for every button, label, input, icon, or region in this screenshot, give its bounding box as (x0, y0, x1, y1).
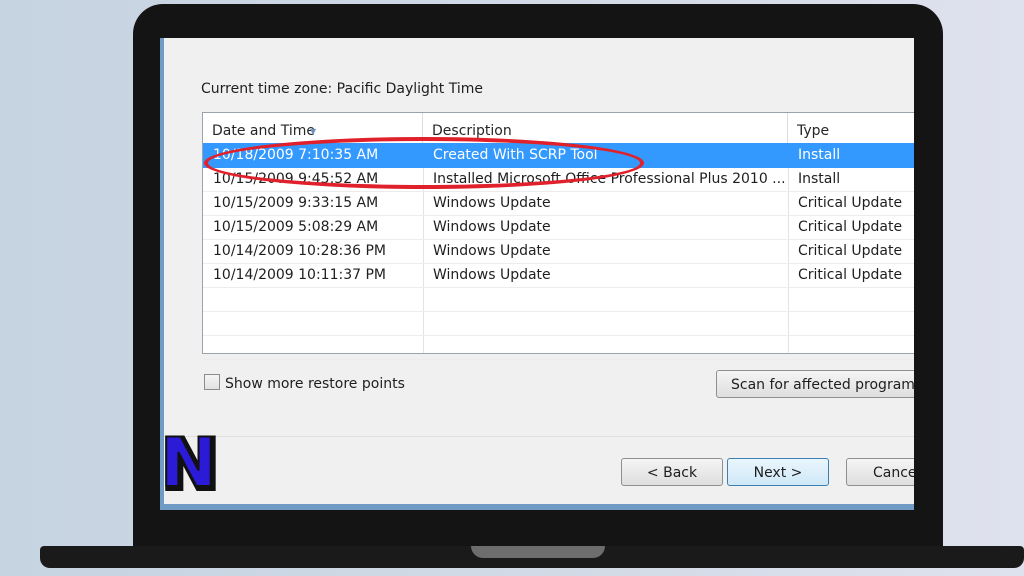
restore-point-row[interactable]: 10/15/2009 5:08:29 AM Windows Update Criti… (203, 215, 914, 240)
restore-point-type: Critical Update (798, 267, 903, 283)
column-header-type[interactable]: Type (788, 113, 914, 143)
restore-point-description: Windows Update (433, 267, 551, 283)
column-header-date-label: Date and Time (212, 123, 315, 139)
column-header-type-label: Type (797, 123, 830, 139)
restore-point-type: Install (798, 147, 841, 163)
n-logo-icon: N N (159, 430, 222, 496)
restore-point-date: 10/14/2009 10:11:37 PM (213, 267, 386, 283)
timezone-label: Current time zone: Pacific Daylight Time (201, 81, 484, 97)
empty-list-row (203, 311, 914, 336)
show-more-checkbox[interactable] (204, 374, 220, 390)
restore-point-description: Created With SCRP Tool (433, 147, 598, 163)
sort-descending-icon: ▼ (310, 127, 317, 136)
restore-points-list[interactable]: Date and Time ▼ Description Type 10/18/2… (202, 112, 914, 360)
restore-point-description: Windows Update (433, 243, 551, 259)
restore-point-type: Critical Update (798, 219, 903, 235)
cancel-button[interactable]: Cancel (846, 458, 914, 486)
empty-list-row (203, 335, 914, 360)
restore-point-row[interactable]: 10/15/2009 9:33:15 AM Windows Update Criti… (203, 191, 914, 216)
restore-point-description: Windows Update (433, 219, 551, 235)
restore-point-date: 10/15/2009 9:45:52 AM (213, 171, 379, 187)
laptop-notch (471, 546, 605, 558)
restore-point-description: Installed Microsoft Office Professional … (433, 171, 786, 187)
logo-letter: N (160, 430, 217, 496)
restore-point-type: Install (798, 171, 841, 187)
empty-list-row (203, 287, 914, 312)
column-header-description-label: Description (432, 123, 512, 139)
restore-point-date: 10/15/2009 5:08:29 AM (213, 219, 379, 235)
column-header-date[interactable]: Date and Time ▼ (203, 113, 423, 143)
restore-point-row[interactable]: 10/15/2009 9:45:52 AM Installed Microsoft… (203, 167, 914, 192)
laptop-screen: Current time zone: Pacific Daylight Time… (160, 38, 914, 510)
restore-point-type: Critical Update (798, 243, 903, 259)
show-more-restore-points[interactable]: Show more restore points (204, 374, 405, 394)
restore-point-date: 10/15/2009 9:33:15 AM (213, 195, 379, 211)
scan-affected-programs-button[interactable]: Scan for affected programs (716, 370, 914, 398)
restore-point-type: Critical Update (798, 195, 903, 211)
restore-point-row[interactable]: 10/14/2009 10:28:36 PM Windows Update Crit… (203, 239, 914, 264)
list-header: Date and Time ▼ Description Type (203, 113, 914, 143)
next-button[interactable]: Next > (727, 458, 829, 486)
restore-point-row[interactable]: 10/14/2009 10:11:37 PM Windows Update Crit… (203, 263, 914, 288)
restore-point-date: 10/14/2009 10:28:36 PM (213, 243, 386, 259)
restore-point-row[interactable]: 10/18/2009 7:10:35 AM Created With SCRP T… (203, 143, 914, 168)
show-more-label: Show more restore points (225, 376, 405, 392)
restore-point-date: 10/18/2009 7:10:35 AM (213, 147, 379, 163)
restore-point-description: Windows Update (433, 195, 551, 211)
back-button[interactable]: < Back (621, 458, 723, 486)
column-header-description[interactable]: Description (423, 113, 788, 143)
system-restore-dialog: Current time zone: Pacific Daylight Time… (164, 38, 914, 504)
